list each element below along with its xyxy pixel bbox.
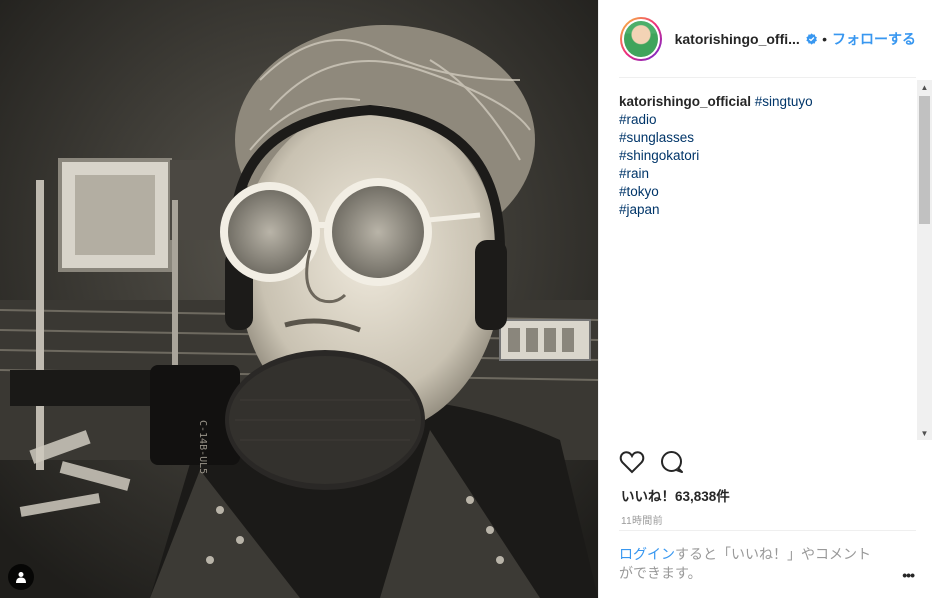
likes-count[interactable]: いいね！63,838件 [621, 485, 730, 505]
caption-area: katorishingo_official #singtuyo #radio #… [619, 80, 916, 440]
post-timestamp[interactable]: 11時間前 [621, 512, 663, 527]
login-prompt: ログインすると「いいね！」やコメントができます。 ••• [619, 530, 916, 583]
scroll-up-arrow-icon[interactable]: ▲ [917, 80, 932, 94]
username-link[interactable]: katorishingo_offi... [675, 31, 800, 47]
user-tag-icon[interactable] [8, 564, 34, 590]
hashtag-link[interactable]: #radio [619, 111, 916, 129]
avatar[interactable] [620, 16, 662, 61]
hashtag-link[interactable]: #sunglasses [619, 129, 916, 147]
post-side-panel: katorishingo_offi... • フォローする katorishin… [598, 0, 936, 598]
follow-button[interactable]: フォローする [832, 29, 916, 49]
action-bar [619, 450, 685, 474]
post-photo[interactable]: C-14B-UL5 [0, 0, 598, 598]
verified-badge-icon [806, 32, 817, 45]
hashtag-link[interactable]: #japan [619, 201, 916, 219]
caption-username[interactable]: katorishingo_official [619, 94, 751, 109]
login-link[interactable]: ログイン [619, 546, 675, 562]
caption-scrollbar[interactable]: ▲ ▼ [917, 80, 932, 440]
heart-icon[interactable] [619, 450, 645, 474]
hashtag-link[interactable]: #tokyo [619, 183, 916, 201]
avatar-image [624, 20, 658, 57]
comment-icon[interactable] [659, 450, 685, 474]
photo-image: C-14B-UL5 [0, 0, 598, 598]
svg-text:C-14B-UL5: C-14B-UL5 [197, 420, 208, 474]
hashtag-link[interactable]: #rain [619, 165, 916, 183]
separator-dot: • [822, 30, 827, 47]
caption: katorishingo_official #singtuyo #radio #… [619, 80, 916, 219]
scroll-down-arrow-icon[interactable]: ▼ [917, 426, 932, 440]
scrollbar-thumb[interactable] [919, 96, 930, 224]
hashtag-link[interactable]: #singtuyo [755, 94, 813, 109]
hashtag-link[interactable]: #shingokatori [619, 147, 916, 165]
post-header: katorishingo_offi... • フォローする [619, 0, 916, 78]
more-options-icon[interactable]: ••• [902, 567, 915, 583]
login-prompt-text: ログインすると「いいね！」やコメントができます。 [619, 545, 879, 583]
